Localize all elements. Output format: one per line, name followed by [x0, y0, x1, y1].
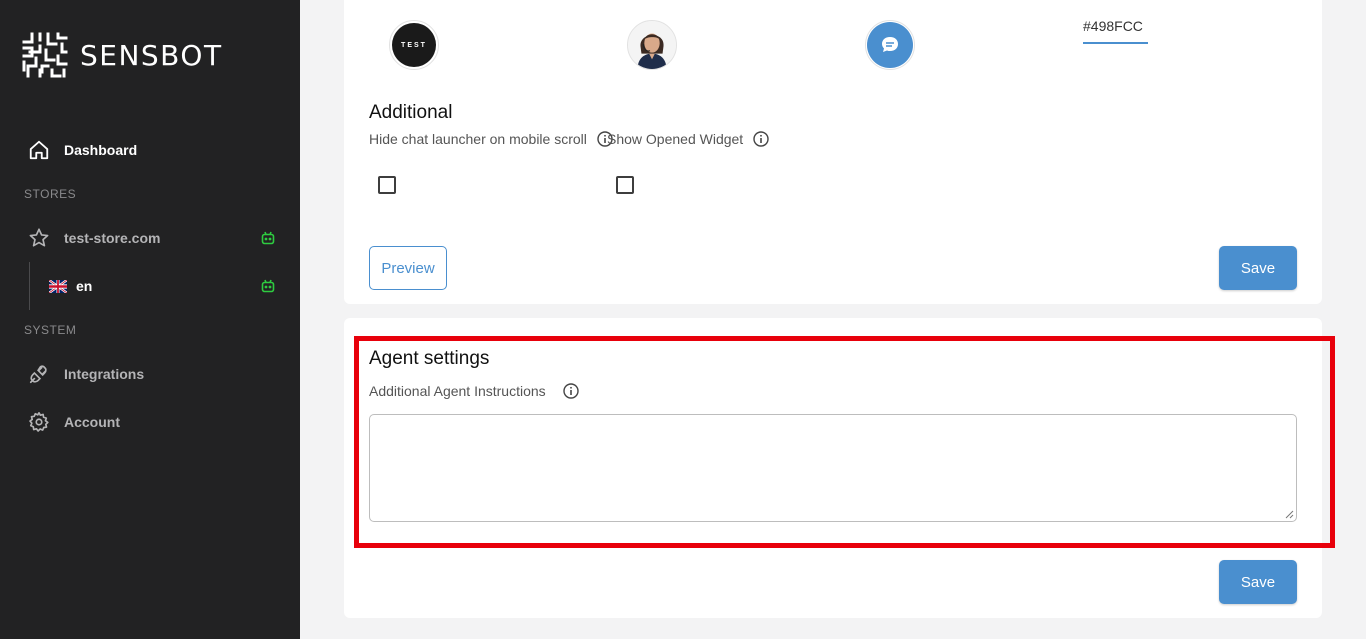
preview-button[interactable]: Preview: [369, 246, 447, 290]
logo-avatar: TEST: [392, 23, 436, 67]
agent-instructions-label: Additional Agent Instructions: [369, 383, 546, 399]
uk-flag-icon: [49, 279, 67, 293]
launcher-icon-option[interactable]: [865, 20, 915, 70]
sidebar: SENSBOT Dashboard STORES test-store.com …: [0, 0, 300, 639]
logo-avatar-option[interactable]: TEST: [389, 20, 439, 70]
plug-icon: [29, 365, 47, 384]
sidebar-item-integrations[interactable]: Integrations: [28, 362, 144, 386]
show-opened-label: Show Opened Widget: [607, 131, 744, 147]
sidebar-item-label: en: [76, 278, 93, 294]
system-section-label: SYSTEM: [24, 323, 77, 337]
agent-avatar-option[interactable]: [627, 20, 677, 70]
hide-launcher-label: Hide chat launcher on mobile scroll: [369, 131, 587, 147]
widget-settings-card: [344, 0, 1322, 304]
save-agent-button[interactable]: Save: [1219, 560, 1297, 604]
logo-avatar-text: TEST: [401, 41, 427, 49]
save-widget-button[interactable]: Save: [1219, 246, 1297, 290]
sidebar-item-dashboard[interactable]: Dashboard: [28, 138, 137, 162]
sidebar-item-label: Integrations: [64, 366, 145, 382]
launcher-preview: [867, 22, 913, 68]
agent-instructions-textarea[interactable]: [369, 414, 1297, 522]
bot-status-icon: [261, 279, 275, 293]
chat-bubble-icon: [882, 37, 898, 52]
home-icon: [29, 140, 49, 160]
sidebar-item-store[interactable]: test-store.com: [28, 226, 160, 250]
sidebar-item-label: Account: [64, 414, 120, 430]
brand-name: SENSBOT: [80, 38, 223, 72]
resize-handle-icon[interactable]: [1284, 509, 1294, 519]
bot-status-icon: [261, 231, 275, 245]
sidebar-item-label: test-store.com: [64, 230, 161, 246]
agent-photo-icon: [628, 21, 676, 69]
accent-color-field[interactable]: #498FCC: [1083, 18, 1148, 44]
show-opened-checkbox[interactable]: [616, 176, 634, 194]
agent-settings-title: Agent settings: [369, 348, 490, 369]
sensbot-logo-icon: [22, 32, 68, 78]
store-subtree-line: [29, 262, 30, 310]
hide-launcher-checkbox[interactable]: [378, 176, 396, 194]
star-icon: [29, 228, 49, 247]
info-icon[interactable]: [753, 131, 769, 147]
additional-title: Additional: [369, 102, 453, 123]
sidebar-item-label: Dashboard: [64, 142, 138, 158]
gear-icon: [29, 412, 49, 432]
sidebar-item-language[interactable]: en: [49, 274, 92, 298]
stores-section-label: STORES: [24, 187, 77, 201]
brand-logo[interactable]: SENSBOT: [20, 30, 223, 80]
info-icon[interactable]: [563, 383, 579, 399]
sidebar-item-account[interactable]: Account: [28, 410, 120, 434]
